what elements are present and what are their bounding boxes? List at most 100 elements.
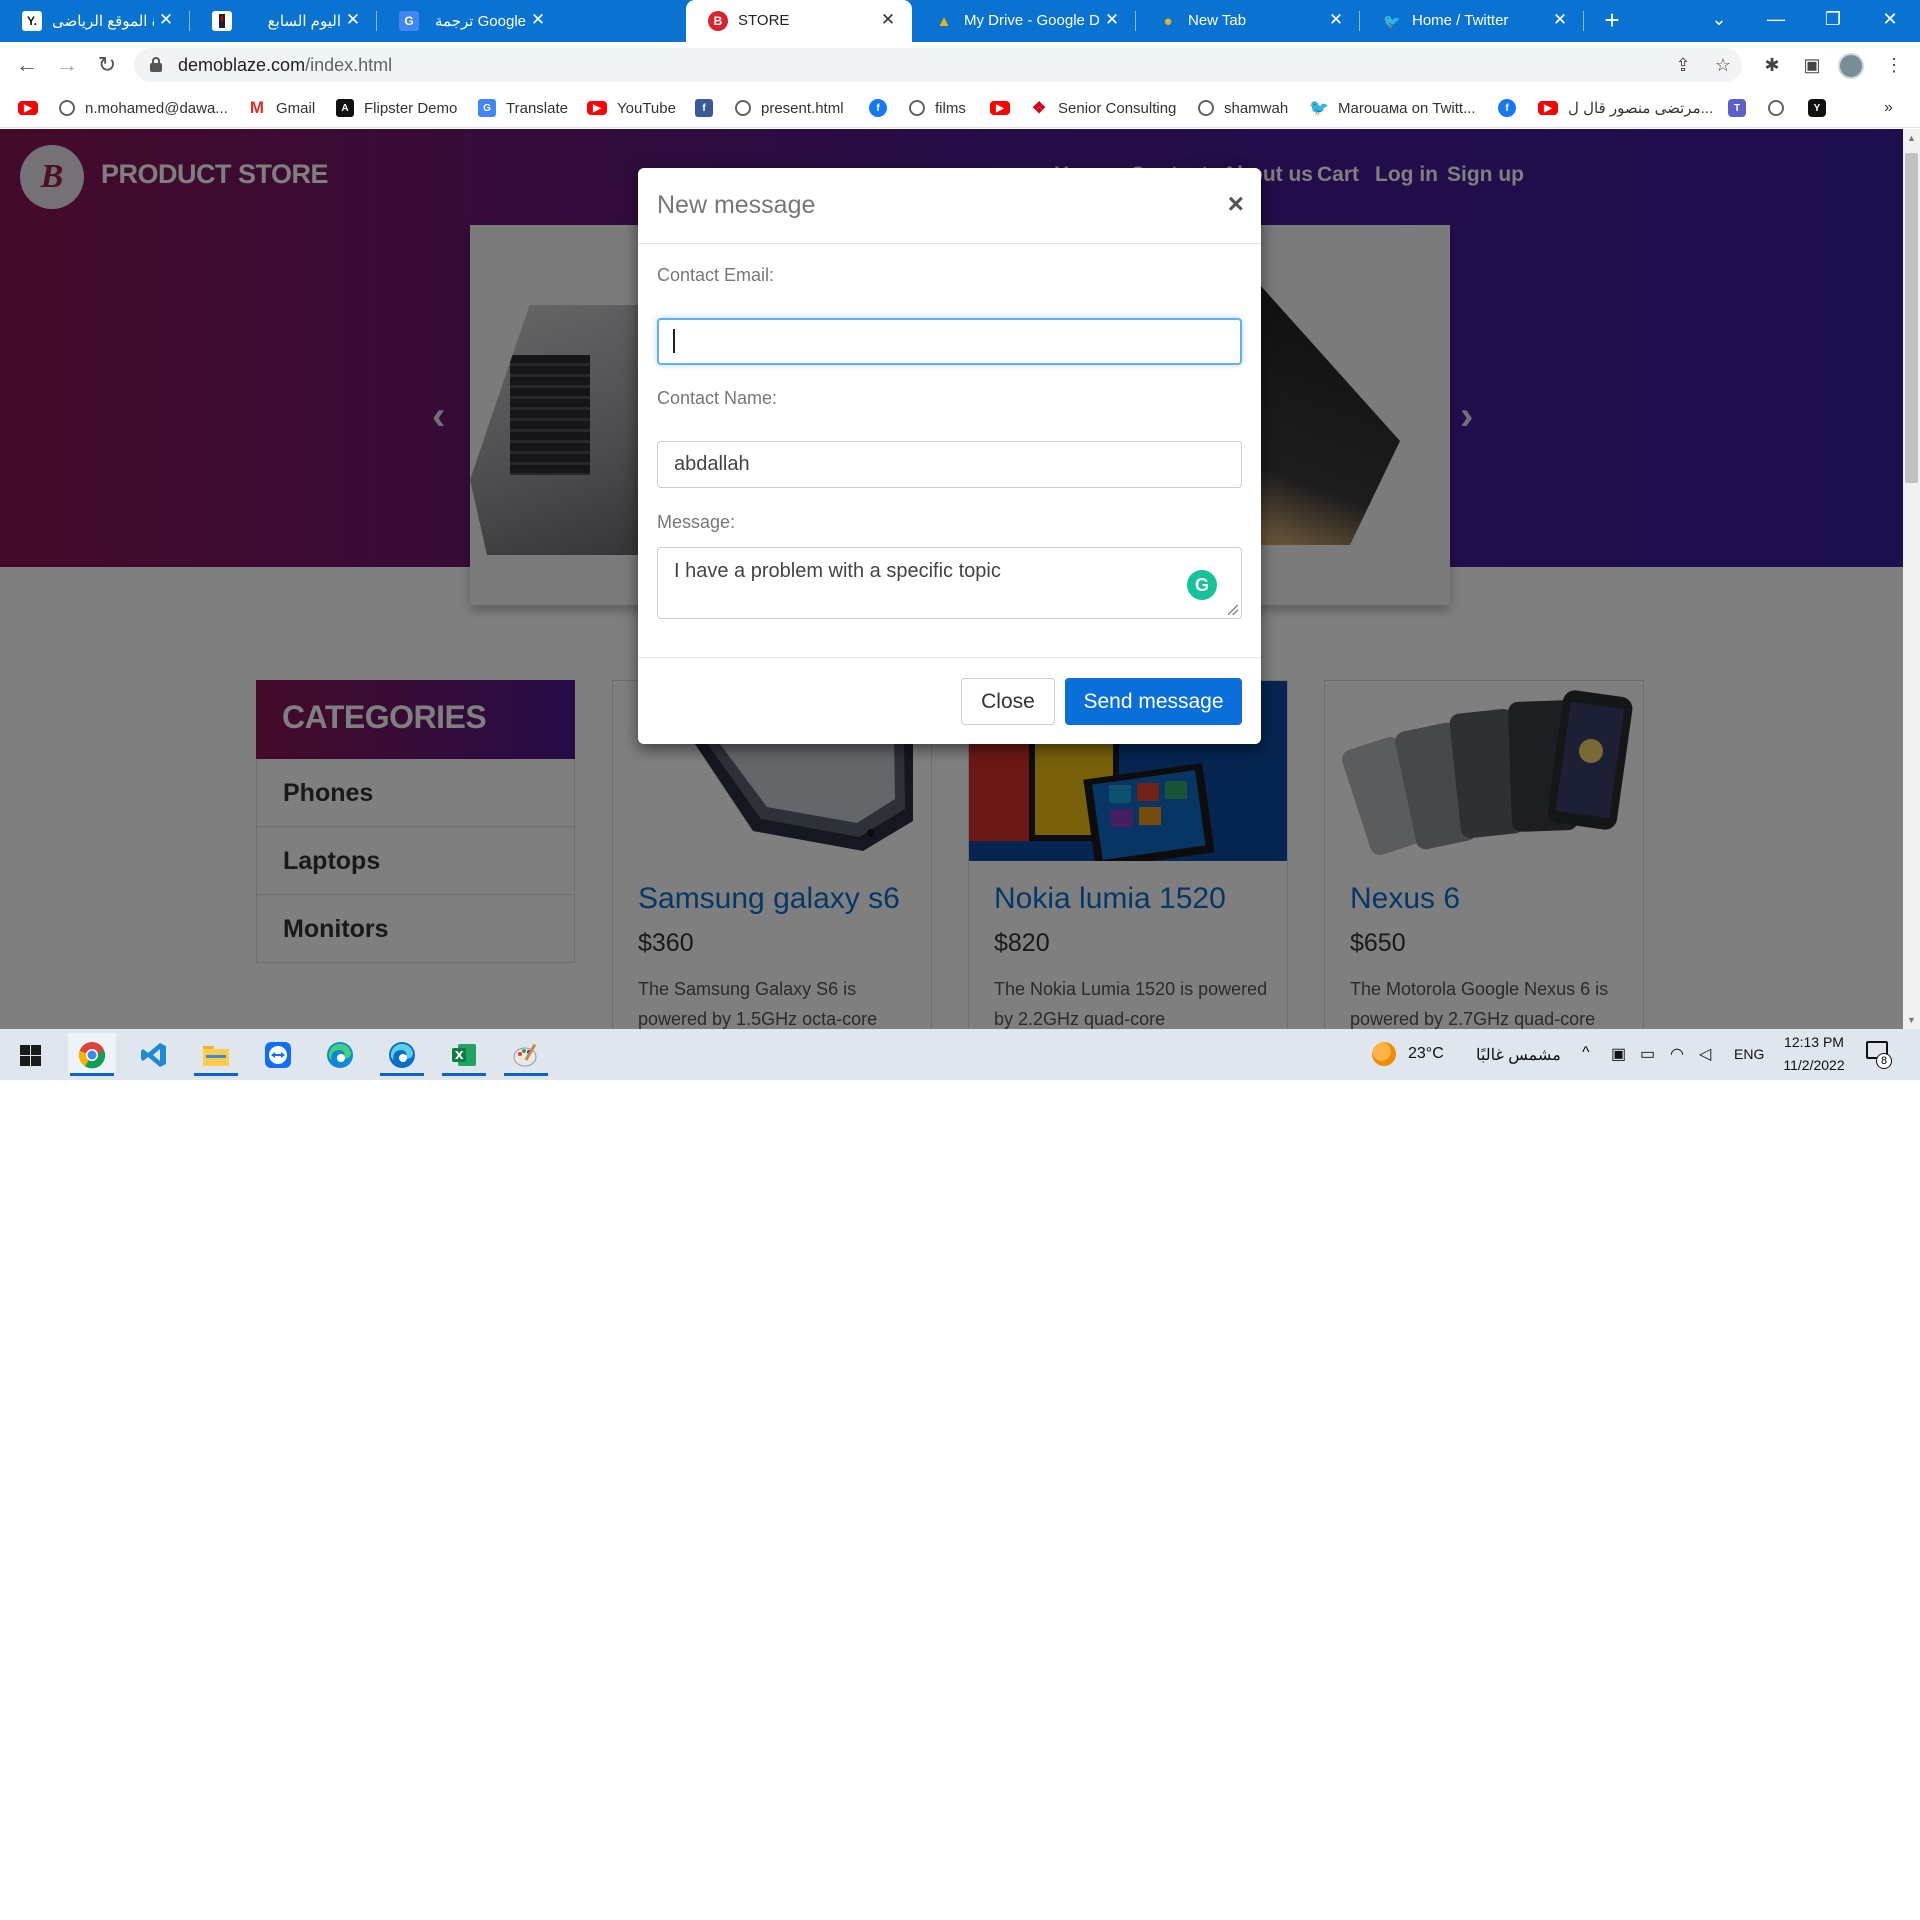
contact-email-input[interactable]: [657, 318, 1242, 365]
profile-avatar[interactable]: [1838, 53, 1864, 79]
scroll-thumb[interactable]: [1905, 153, 1918, 483]
active-indicator: [380, 1073, 424, 1076]
facebook-icon: f: [869, 99, 887, 117]
minimize-icon[interactable]: —: [1756, 4, 1796, 34]
window-close-icon[interactable]: ✕: [1870, 4, 1910, 34]
clock-date[interactable]: 11/2/2022: [1778, 1057, 1850, 1073]
paint-icon[interactable]: [502, 1033, 550, 1076]
bookmark-star-icon[interactable]: ☆: [1710, 52, 1736, 78]
bookmark-youtube-3[interactable]: ▶: [990, 97, 1010, 119]
bookmark-present[interactable]: present.html: [735, 97, 844, 119]
store-icon: B: [708, 11, 728, 31]
contact-email-label: Contact Email:: [657, 265, 775, 285]
close-button[interactable]: Close: [961, 678, 1055, 725]
reload-icon[interactable]: ↻: [92, 50, 122, 80]
bookmark-senior-consulting[interactable]: ❖ Senior Consulting: [1030, 97, 1177, 119]
message-textarea[interactable]: I have a problem with a specific topic G: [657, 547, 1242, 619]
bookmark-email[interactable]: n.mohamed@dawa...: [59, 97, 228, 119]
y-icon: Y: [1808, 99, 1826, 117]
newtab-icon: ●: [1163, 12, 1173, 30]
youtube-icon: ▶: [587, 101, 607, 115]
tray-chevron-icon[interactable]: ^: [1582, 1044, 1590, 1062]
tab-google-translate[interactable]: G ترجمة Google ✕: [377, 0, 562, 42]
url-text[interactable]: demoblaze.com/index.html: [178, 55, 392, 76]
bookmark-y[interactable]: Y: [1808, 97, 1826, 119]
windows-start-icon[interactable]: [20, 1045, 41, 1066]
bookmark-globe[interactable]: [1768, 97, 1784, 119]
clock-time[interactable]: 12:13 PM: [1783, 1034, 1845, 1050]
tab-close-icon[interactable]: ✕: [343, 9, 363, 31]
tab-google-drive[interactable]: ▲ My Drive - Google Drive ✕: [912, 0, 1136, 42]
tab-store[interactable]: B STORE ✕: [686, 0, 912, 42]
bookmark-films[interactable]: films: [909, 97, 966, 119]
bookmark-teams[interactable]: T: [1728, 97, 1746, 119]
bookmark-facebook-1[interactable]: f: [695, 97, 713, 119]
volume-icon[interactable]: ◁: [1699, 1044, 1711, 1064]
bookmark-flipster[interactable]: A Flipster Demo: [336, 97, 457, 119]
bookmarks-overflow-icon[interactable]: »: [1884, 97, 1893, 119]
bookmark-translate[interactable]: G Translate: [478, 97, 568, 119]
chrome-icon[interactable]: [68, 1033, 116, 1076]
side-panel-icon[interactable]: ▣: [1797, 50, 1827, 80]
meet-now-icon[interactable]: ▣: [1611, 1044, 1626, 1064]
lock-icon[interactable]: [150, 57, 162, 72]
grammarly-icon[interactable]: G: [1187, 570, 1217, 600]
tab-close-icon[interactable]: ✕: [1326, 9, 1346, 31]
contact-name-input[interactable]: abdallah: [657, 441, 1242, 488]
scroll-up-icon[interactable]: ▲: [1907, 133, 1916, 143]
tab-yallakora[interactable]: Y. يلاكورة الموقع الرياضى ✕: [0, 0, 190, 42]
back-icon[interactable]: ←: [12, 50, 42, 80]
active-indicator: [194, 1073, 238, 1076]
tab-search-icon[interactable]: ⌄: [1699, 4, 1739, 34]
bookmark-facebook-3[interactable]: f: [1498, 97, 1516, 119]
notification-icon[interactable]: 8: [1866, 1041, 1892, 1069]
new-tab-button[interactable]: +: [1598, 6, 1626, 34]
address-bar[interactable]: demoblaze.com/index.html ⇪ ☆: [134, 48, 1742, 82]
globe-icon: [59, 100, 75, 116]
excel-icon[interactable]: [440, 1033, 488, 1076]
modal-header: New message ×: [638, 168, 1261, 244]
resize-handle-icon[interactable]: [1228, 605, 1238, 615]
tab-twitter[interactable]: 🐦 Home / Twitter ✕: [1360, 0, 1584, 42]
bookmark-arabic-video[interactable]: ▶ مرتضى منصور قال ل...: [1538, 97, 1713, 119]
bookmark-label: Flipster Demo: [364, 99, 458, 117]
tab-close-icon[interactable]: ✕: [878, 9, 898, 31]
bookmark-gmail[interactable]: M Gmail: [248, 97, 315, 119]
wifi-icon[interactable]: ◠: [1670, 1044, 1684, 1064]
chrome-menu-icon[interactable]: ⋮: [1879, 50, 1909, 80]
bookmark-youtube-1[interactable]: ▶: [18, 97, 38, 119]
tab-new-tab[interactable]: ● New Tab ✕: [1136, 0, 1360, 42]
weather-description[interactable]: مشمس غالبًا: [1476, 1045, 1561, 1065]
bookmark-label: n.mohamed@dawa...: [85, 99, 228, 117]
tab-close-icon[interactable]: ✕: [156, 9, 176, 31]
notification-count: 8: [1876, 1053, 1892, 1069]
battery-icon[interactable]: ▭: [1640, 1044, 1655, 1064]
weather-icon[interactable]: [1372, 1042, 1396, 1066]
youtube-icon: ▶: [990, 101, 1010, 115]
tab-close-icon[interactable]: ✕: [528, 9, 548, 31]
edge-icon[interactable]: [316, 1033, 364, 1076]
tab-youm7[interactable]: اليوم السابع ✕: [190, 0, 377, 42]
bookmark-facebook-2[interactable]: f: [869, 97, 887, 119]
language-indicator[interactable]: ENG: [1734, 1046, 1764, 1062]
send-message-button[interactable]: Send message: [1065, 678, 1242, 725]
teamviewer-icon[interactable]: [254, 1033, 302, 1076]
restore-icon[interactable]: ❐: [1813, 4, 1853, 34]
file-explorer-icon[interactable]: [192, 1033, 240, 1076]
modal-close-icon[interactable]: ×: [1228, 190, 1244, 218]
vscode-icon[interactable]: [130, 1033, 178, 1076]
extensions-icon[interactable]: ✱: [1757, 50, 1787, 80]
tab-title: New Tab: [1188, 12, 1247, 29]
forward-icon[interactable]: →: [52, 50, 82, 80]
bookmark-shamwah[interactable]: shamwah: [1198, 97, 1288, 119]
edge-dev-icon[interactable]: [378, 1033, 426, 1076]
bookmark-twitter[interactable]: 🐦 Marouaмa on Twitt...: [1309, 97, 1476, 119]
page-scrollbar[interactable]: ▲ ▼: [1903, 129, 1920, 1029]
share-icon[interactable]: ⇪: [1670, 52, 1696, 78]
tab-close-icon[interactable]: ✕: [1102, 9, 1122, 31]
weather-temp[interactable]: 23°C: [1408, 1045, 1444, 1063]
tab-close-icon[interactable]: ✕: [1550, 9, 1570, 31]
scroll-down-icon[interactable]: ▼: [1907, 1015, 1916, 1025]
page-viewport: B PRODUCT STORE Home Contact About us Ca…: [0, 129, 1920, 1029]
bookmark-youtube-2[interactable]: ▶ YouTube: [587, 97, 676, 119]
